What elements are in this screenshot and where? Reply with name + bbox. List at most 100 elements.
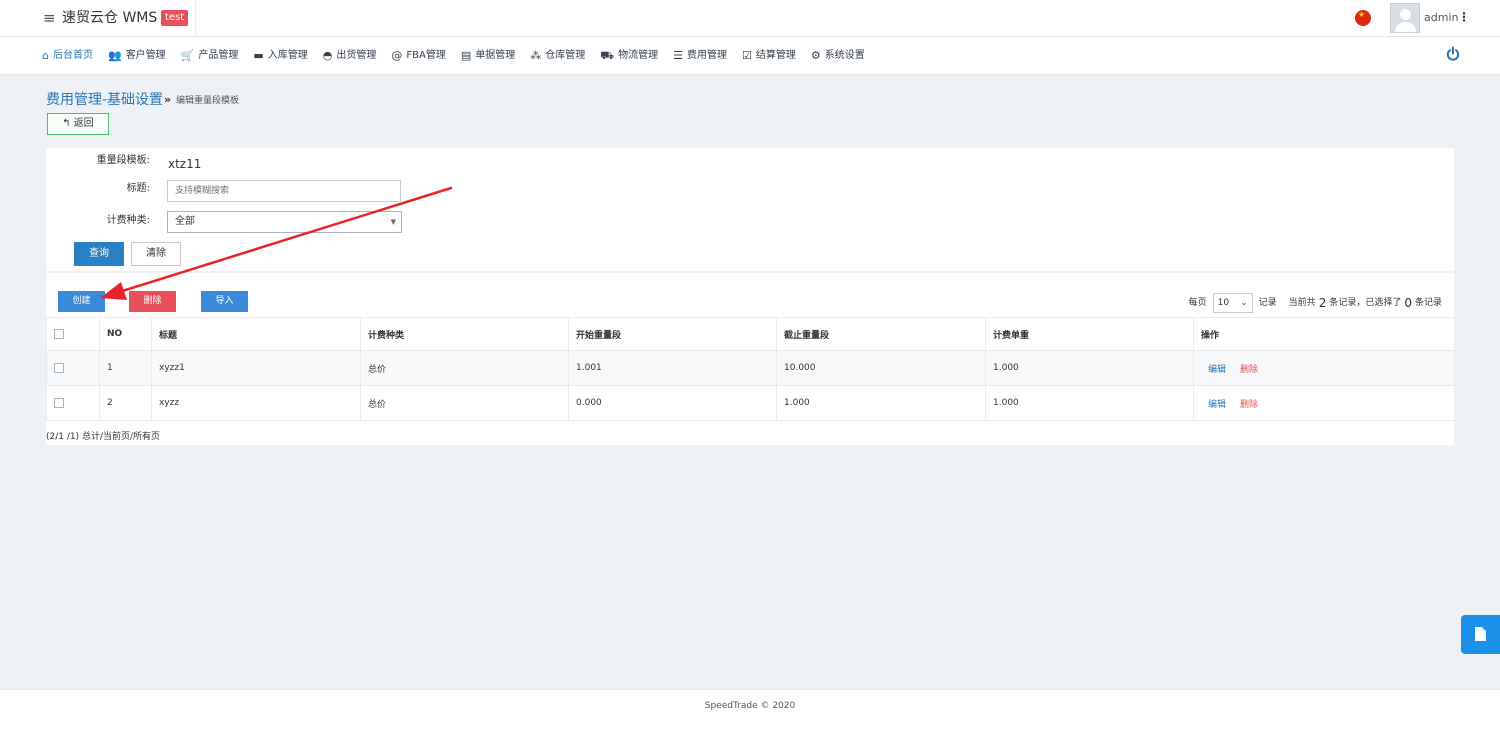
cell-title: xyzz1 — [151, 350, 361, 386]
document-icon: ▤ — [460, 49, 472, 62]
floating-document-button[interactable] — [1461, 615, 1500, 654]
cell-type: 总价 — [360, 350, 569, 386]
env-badge: test — [161, 10, 189, 26]
nav-item-10[interactable]: ☑ 结算管理 — [742, 49, 796, 62]
list-icon: ☰ — [673, 49, 683, 62]
delete-link[interactable]: 删除 — [1240, 400, 1258, 410]
nav-list: ⌂ 后台首页 👥 客户管理 🛒 产品管理 ▬ 入库管理 ◓ 出货管理 @ FBA管理 ▤ 单据管理 ⁂ 仓库管… — [42, 49, 880, 62]
cell-actions: 编辑 删除 — [1193, 385, 1455, 421]
template-label: 重量段模板: — [96, 155, 150, 166]
check-square-icon: ☑ — [741, 49, 752, 62]
filter-panel: 重量段模板: xtz11 标题: 计费种类: 全部 ▼ 查询 清除 — [46, 148, 1454, 271]
nav-item-label: 物流管理 — [618, 50, 659, 61]
records-label: 记录 — [1258, 298, 1277, 308]
nav-item-0[interactable]: ⌂ 后台首页 — [42, 49, 93, 62]
title-label: 标题: — [126, 183, 150, 194]
nav-item-label: 出货管理 — [336, 50, 377, 61]
back-label: 返回 — [73, 118, 94, 129]
selected-suffix: 条记录 — [1414, 298, 1442, 308]
nav-item-label: 仓库管理 — [545, 50, 586, 61]
nav-item-1[interactable]: 👥 客户管理 — [108, 49, 166, 62]
cart-icon: 🛒 — [180, 49, 195, 62]
footer-text: SpeedTrade © 2020 — [704, 701, 796, 711]
weight-segment-table: NO 标题 计费种类 开始重量段 截止重量段 计费单重 操作 1 xyzz1 总… — [46, 317, 1455, 421]
query-button[interactable]: 查询 — [74, 242, 124, 266]
clear-button[interactable]: 清除 — [131, 242, 181, 266]
nav-item-label: 结算管理 — [755, 50, 796, 61]
truck-icon: ⛟ — [600, 49, 615, 62]
cell-type: 总价 — [360, 385, 569, 421]
nav-item-7[interactable]: ⁂ 仓库管理 — [530, 49, 585, 62]
nav-item-4[interactable]: ◓ 出货管理 — [323, 49, 377, 62]
cell-actions: 编辑 删除 — [1193, 350, 1455, 386]
template-value: xtz11 — [168, 157, 202, 171]
back-button[interactable]: ↰ 返回 — [47, 113, 109, 135]
edit-link[interactable]: 编辑 — [1208, 400, 1226, 410]
page-title: 费用管理-基础设置 — [46, 92, 164, 108]
more-vertical-icon[interactable]: ⋮ — [1458, 10, 1470, 24]
cubes-icon: ⁂ — [530, 49, 542, 62]
at-icon: @ — [391, 49, 403, 62]
list-panel: 创建 删除 导入 每页 10 ⌄ 记录 当前共 2 条记录，已选择了 0 条记录… — [46, 273, 1455, 445]
nav-item-5[interactable]: @ FBA管理 — [391, 49, 445, 62]
pager: 每页 10 ⌄ 记录 当前共 2 条记录，已选择了 0 条记录 — [1189, 293, 1442, 313]
app-title: 速贸云仓 WMS — [62, 10, 158, 26]
nav-item-label: 入库管理 — [267, 50, 308, 61]
inbox-icon: ▬ — [253, 49, 264, 62]
cell-unit: 1.000 — [985, 385, 1194, 421]
per-page-label: 每页 — [1188, 298, 1207, 308]
column-header: 开始重量段 — [568, 317, 777, 351]
table-row[interactable]: 1 xyzz1 总价 1.001 10.000 1.000 编辑 删除 — [46, 350, 1455, 386]
selected-count: 0 — [1404, 296, 1412, 310]
china-flag-icon[interactable]: ★ — [1355, 10, 1371, 26]
cell-start: 1.001 — [568, 350, 777, 386]
user-name[interactable]: admin — [1424, 11, 1458, 25]
column-header: 标题 — [151, 317, 361, 351]
document-icon — [1475, 627, 1486, 641]
select-all-checkbox-cell[interactable] — [46, 317, 100, 351]
nav-item-label: 费用管理 — [686, 50, 727, 61]
billing-type-value: 全部 — [175, 216, 195, 227]
page-size-select[interactable]: 10 ⌄ — [1212, 293, 1253, 313]
cell-start: 0.000 — [568, 385, 777, 421]
breadcrumb-separator: » — [164, 93, 172, 106]
nav-item-6[interactable]: ▤ 单据管理 — [461, 49, 515, 62]
edit-link[interactable]: 编辑 — [1208, 365, 1226, 375]
nav-item-label: FBA管理 — [406, 50, 446, 61]
row-checkbox-cell[interactable] — [46, 385, 100, 421]
column-header: 计费单重 — [985, 317, 1194, 351]
users-icon: 👥 — [107, 49, 122, 62]
nav-item-3[interactable]: ▬ 入库管理 — [253, 49, 307, 62]
row-checkbox-cell[interactable] — [46, 350, 100, 386]
row-checkbox[interactable] — [54, 397, 64, 408]
gear-icon: ⚙ — [810, 49, 821, 62]
nav-item-label: 系统设置 — [824, 50, 865, 61]
table-row[interactable]: 2 xyzz 总价 0.000 1.000 1.000 编辑 删除 — [46, 385, 1455, 421]
avatar[interactable] — [1390, 3, 1420, 33]
title-search-input[interactable] — [167, 180, 401, 202]
select-all-checkbox[interactable] — [54, 328, 64, 339]
nav-item-label: 客户管理 — [125, 50, 166, 61]
billing-type-label: 计费种类: — [106, 215, 150, 226]
reply-arrow-icon: ↰ — [62, 118, 71, 129]
import-button[interactable]: 导入 — [201, 291, 248, 312]
nav-item-9[interactable]: ☰ 费用管理 — [673, 49, 727, 62]
column-header: 计费种类 — [360, 317, 569, 351]
top-bar: ≡ 速贸云仓 WMS test ★ admin ⋮ — [0, 0, 1500, 37]
nav-item-2[interactable]: 🛒 产品管理 — [181, 49, 239, 62]
hamburger-menu-icon[interactable]: ≡ — [43, 9, 56, 27]
delete-button[interactable]: 删除 — [129, 291, 176, 312]
cell-no: 2 — [99, 385, 152, 421]
nav-item-8[interactable]: ⛟ 物流管理 — [600, 49, 658, 62]
caret-down-icon: ▼ — [390, 218, 396, 226]
billing-type-select[interactable]: 全部 ▼ — [167, 211, 402, 233]
power-icon[interactable] — [1446, 46, 1460, 62]
column-header: 操作 — [1193, 317, 1455, 351]
total-prefix: 当前共 — [1288, 298, 1316, 308]
table-header-row: NO 标题 计费种类 开始重量段 截止重量段 计费单重 操作 — [46, 317, 1455, 351]
delete-link[interactable]: 删除 — [1240, 365, 1258, 375]
row-checkbox[interactable] — [54, 362, 64, 373]
cell-unit: 1.000 — [985, 350, 1194, 386]
nav-item-11[interactable]: ⚙ 系统设置 — [811, 49, 865, 62]
create-button[interactable]: 创建 — [58, 291, 105, 312]
